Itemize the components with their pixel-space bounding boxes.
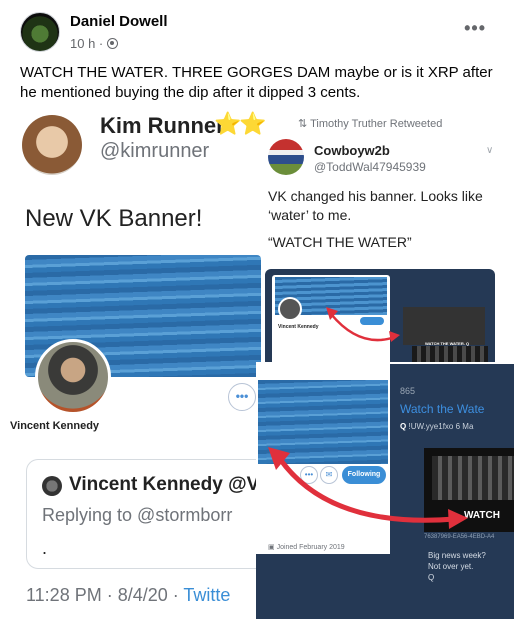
mini-profile-name: Vincent Kennedy	[278, 324, 319, 330]
cowboy-name: Cowboyw2b	[314, 143, 390, 158]
cowboy-avatar	[268, 139, 304, 175]
post-meta: 10 h ·	[70, 36, 119, 51]
more-options-button[interactable]: •••	[464, 18, 486, 39]
q-image-caption: WATCH	[464, 510, 500, 521]
cowboy-tweet-text: VK changed his banner. Looks like ‘water…	[268, 188, 483, 223]
mail-icon: ✉	[320, 466, 338, 484]
vk-profile-banner	[25, 255, 261, 445]
cowboy-tweet-quote: “WATCH THE WATER”	[268, 234, 412, 250]
zoom-q-post: 865 Watch the Wate Q !UW.yye1fxo 6 Ma WA…	[390, 364, 514, 619]
chevron-down-icon: ∨	[486, 145, 494, 156]
post-text: WATCH THE WATER. THREE GORGES DAM maybe …	[20, 64, 493, 101]
kim-avatar	[22, 115, 82, 175]
vk-profile-name: Vincent Kennedy	[10, 420, 100, 432]
quoted-tweet-author: Vincent Kennedy @V	[69, 474, 260, 495]
mini-avatar	[278, 297, 302, 321]
q-post-text: Big news week? Not over yet. Q	[428, 551, 486, 582]
zoom-screenshot: ••• ✉ Following ▣ Joined February 2019 8…	[256, 362, 514, 619]
kim-name: Kim Runner	[100, 113, 225, 138]
more-dots-icon: •••	[228, 383, 256, 411]
q-image-filename: 76387969-EA56-4EBD-A4	[424, 534, 495, 540]
mini-q-image	[403, 307, 488, 369]
retweet-label: ⇅ Timothy Truther Retweeted	[298, 118, 443, 130]
tweet-source: Twitte	[183, 585, 231, 605]
following-button: Following	[342, 466, 386, 484]
post-image[interactable]: Kim Runner ⭐⭐ @kimrunner New VK Banner! …	[0, 109, 514, 619]
more-dots-icon: •••	[300, 466, 318, 484]
star-emoji-icon: ⭐⭐	[214, 111, 267, 136]
mini-follow-button	[360, 317, 384, 325]
mini-profile-card: Vincent Kennedy	[272, 275, 390, 365]
post-time[interactable]: 10 h ·	[70, 36, 103, 51]
mini-screenshot: Vincent Kennedy WATCH THE WATER. Q	[265, 269, 495, 369]
mini-q-caption: WATCH THE WATER. Q	[425, 341, 470, 346]
author-avatar[interactable]	[20, 12, 60, 52]
vk-small-avatar	[42, 476, 62, 496]
q-post-image: WATCH	[424, 448, 514, 532]
zoom-water-banner	[258, 380, 388, 464]
quoted-tweet: Vincent Kennedy @V Replying to @stormbor…	[26, 459, 260, 569]
retweet-icon: ⇅	[298, 118, 311, 130]
q-post-id: Q !UW.yye1fxo 6 Ma	[400, 422, 474, 431]
q-post-title: Watch the Wate	[400, 402, 485, 416]
q-post-number: 865	[400, 386, 416, 396]
group-photo	[432, 456, 514, 500]
author-name[interactable]: Daniel Dowell	[70, 13, 168, 30]
quoted-tweet-reply: Replying to @stormborr	[42, 505, 233, 525]
zoom-profile-card: ••• ✉ Following ▣ Joined February 2019	[256, 364, 390, 554]
globe-icon	[107, 38, 119, 49]
mini-q-post: WATCH THE WATER. Q	[397, 275, 489, 369]
cowboy-handle: @ToddWal47945939	[314, 160, 426, 174]
kim-handle: @kimrunner	[100, 140, 210, 162]
tweet-timestamp: 11:28 PM · 8/4/20 · Twitte	[26, 585, 230, 606]
calendar-icon: ▣	[268, 544, 277, 551]
tweet-time-text: 11:28 PM · 8/4/20 ·	[26, 585, 184, 605]
vk-avatar	[35, 339, 111, 415]
quoted-tweet-text: .	[42, 538, 48, 558]
joined-date: ▣ Joined February 2019	[268, 544, 345, 551]
kim-tweet-text: New VK Banner!	[25, 205, 203, 232]
